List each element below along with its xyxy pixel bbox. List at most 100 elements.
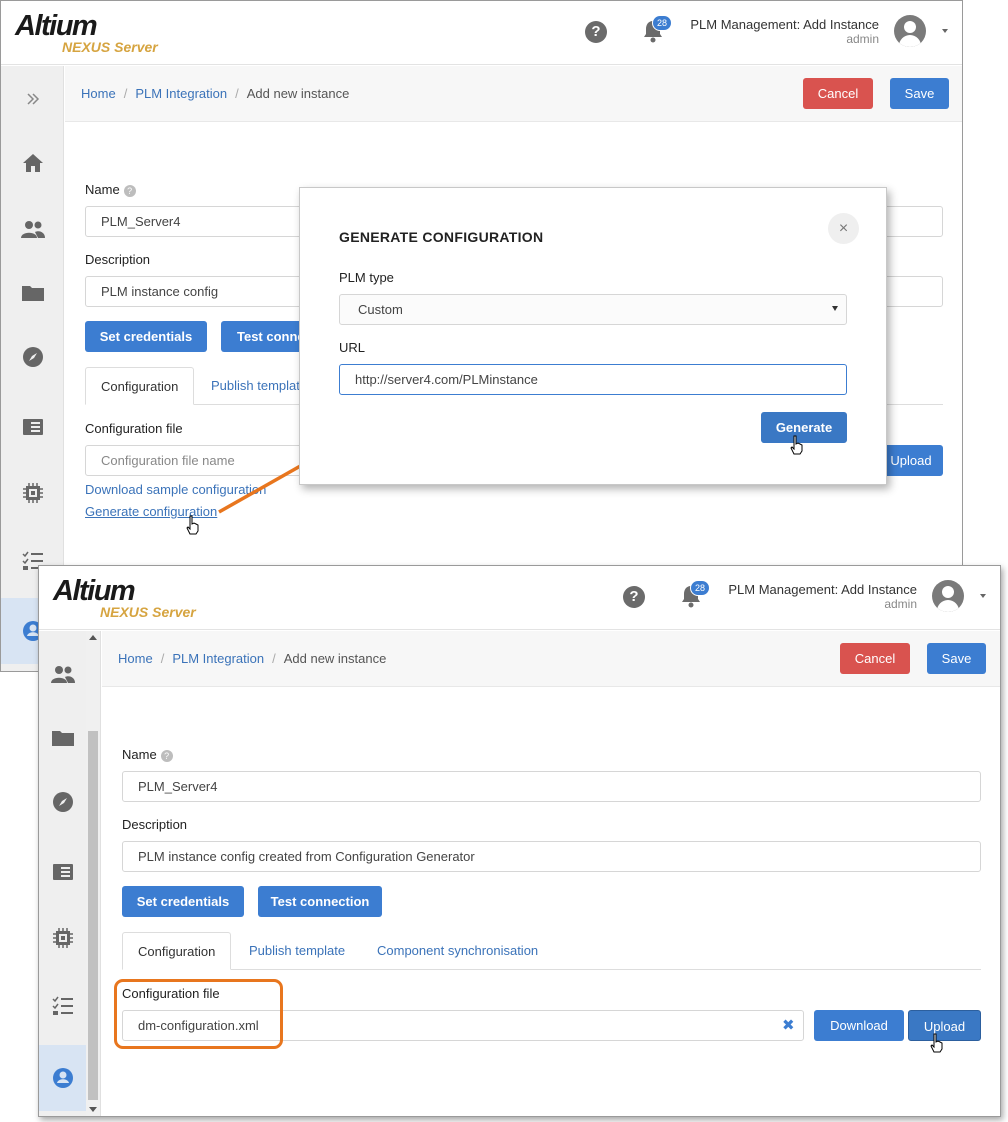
name-label: Name? xyxy=(85,182,136,197)
sidebar-item-catalog[interactable] xyxy=(39,839,86,905)
sidebar-item-users[interactable] xyxy=(39,641,86,707)
scroll-up-icon[interactable] xyxy=(89,635,97,640)
chip-icon xyxy=(52,928,73,948)
sidebar-item-tasks[interactable] xyxy=(39,973,86,1039)
user-menu-chevron-down-icon[interactable] xyxy=(980,594,986,598)
generate-button[interactable]: Generate xyxy=(761,412,847,443)
upload-button[interactable]: Upload xyxy=(879,445,943,476)
hand-cursor-icon xyxy=(790,435,803,455)
tab-configuration[interactable]: Configuration xyxy=(85,367,195,405)
user-info: PLM Management: Add Instance admin xyxy=(690,17,879,47)
window-after: Altium NEXUS Server ? 28 PLM Management:… xyxy=(38,565,1001,1117)
scroll-thumb[interactable] xyxy=(88,731,98,1100)
notification-badge: 28 xyxy=(652,15,673,31)
sidebar-item-admin[interactable] xyxy=(39,1045,86,1111)
help-question-icon[interactable]: ? xyxy=(123,184,136,197)
breadcrumb: Home / PLM Integration / Add new instance xyxy=(81,86,350,101)
user-menu-chevron-down-icon[interactable] xyxy=(942,29,948,33)
app-header: Altium NEXUS Server ? 28 PLM Management:… xyxy=(1,1,962,65)
highlight-annotation xyxy=(114,979,283,1049)
hand-cursor-icon xyxy=(186,515,199,535)
tab-configuration[interactable]: Configuration xyxy=(122,932,232,970)
notifications-bell-icon[interactable]: 28 xyxy=(680,580,711,608)
set-credentials-button[interactable]: Set credentials xyxy=(122,886,244,917)
name-input[interactable]: PLM_Server4 xyxy=(122,771,981,802)
folder-icon xyxy=(21,286,44,301)
avatar[interactable] xyxy=(932,580,964,612)
close-icon[interactable]: × xyxy=(828,213,859,244)
sidebar-item-users[interactable] xyxy=(1,196,64,262)
configuration-file-label: Configuration file xyxy=(85,421,183,436)
help-icon[interactable]: ? xyxy=(585,21,607,43)
save-button[interactable]: Save xyxy=(890,78,949,109)
sidebar xyxy=(39,631,101,1116)
breadcrumb-current: Add new instance xyxy=(283,651,387,666)
page-title: PLM Management: Add Instance xyxy=(690,17,879,32)
sidebar-item-explore[interactable] xyxy=(1,324,64,390)
description-input[interactable]: PLM instance config created from Configu… xyxy=(122,841,981,872)
hand-cursor-icon xyxy=(930,1033,943,1053)
scroll-down-icon[interactable] xyxy=(89,1107,97,1112)
page-toolbar: Home / PLM Integration / Add new instance Ca… xyxy=(65,66,962,122)
altium-logo: Altium NEXUS Server xyxy=(53,575,196,620)
save-button[interactable]: Save xyxy=(927,643,986,674)
home-icon xyxy=(22,154,43,172)
book-icon xyxy=(52,864,73,880)
test-connection-button[interactable]: Test connection xyxy=(258,886,382,917)
breadcrumb-plm-integration[interactable]: PLM Integration xyxy=(172,651,264,666)
chevron-down-icon xyxy=(832,306,838,311)
generate-configuration-dialog: GENERATE CONFIGURATION × PLM type Custom… xyxy=(299,187,887,485)
checklist-icon xyxy=(51,996,73,1015)
book-icon xyxy=(22,419,43,435)
user-name: admin xyxy=(846,32,879,46)
tab-publish-template[interactable]: Publish templat xyxy=(196,367,315,405)
users-icon xyxy=(50,666,75,683)
notifications-bell-icon[interactable]: 28 xyxy=(642,15,673,43)
description-label: Description xyxy=(122,817,188,832)
notification-badge: 28 xyxy=(690,580,711,596)
download-button[interactable]: Download xyxy=(814,1010,904,1041)
description-label: Description xyxy=(85,252,151,267)
breadcrumb-current: Add new instance xyxy=(246,86,350,101)
sidebar-scrollbar[interactable] xyxy=(86,631,100,1116)
app-header: Altium NEXUS Server ? 28 PLM Management:… xyxy=(39,566,1000,630)
chip-icon xyxy=(22,483,43,503)
plm-type-select[interactable]: Custom xyxy=(339,294,847,325)
breadcrumb-home[interactable]: Home xyxy=(81,86,116,101)
user-info: PLM Management: Add Instance admin xyxy=(728,582,917,612)
sidebar-item-home[interactable] xyxy=(1,130,64,196)
url-input[interactable]: http://server4.com/PLMinstance xyxy=(339,364,847,395)
compass-icon xyxy=(52,792,73,812)
user-name: admin xyxy=(884,597,917,611)
name-label: Name? xyxy=(122,747,173,762)
help-icon[interactable]: ? xyxy=(623,586,645,608)
sidebar-item-folders[interactable] xyxy=(39,705,86,771)
breadcrumb-plm-integration[interactable]: PLM Integration xyxy=(135,86,227,101)
sidebar-expand-icon[interactable] xyxy=(1,66,64,132)
folder-icon xyxy=(51,731,74,746)
page-title: PLM Management: Add Instance xyxy=(728,582,917,597)
compass-icon xyxy=(22,347,43,367)
upload-button[interactable]: Upload xyxy=(908,1010,981,1041)
page-toolbar: Home / PLM Integration / Add new instance Ca… xyxy=(102,631,1000,687)
set-credentials-button[interactable]: Set credentials xyxy=(85,321,207,352)
avatar[interactable] xyxy=(894,15,926,47)
plm-type-label: PLM type xyxy=(339,270,394,285)
cancel-button[interactable]: Cancel xyxy=(840,643,910,674)
sidebar-item-explore[interactable] xyxy=(39,769,86,835)
breadcrumb-home[interactable]: Home xyxy=(118,651,153,666)
user-circle-icon xyxy=(52,1068,73,1088)
clear-icon[interactable]: ✖ xyxy=(782,1016,795,1034)
tab-publish-template[interactable]: Publish template xyxy=(234,932,360,970)
cancel-button[interactable]: Cancel xyxy=(803,78,873,109)
dialog-title: GENERATE CONFIGURATION xyxy=(339,229,544,245)
help-question-icon[interactable]: ? xyxy=(160,749,173,762)
breadcrumb: Home / PLM Integration / Add new instance xyxy=(118,651,387,666)
sidebar-item-catalog[interactable] xyxy=(1,394,64,460)
tab-component-synchronisation[interactable]: Component synchronisation xyxy=(362,932,553,970)
users-icon xyxy=(20,221,45,238)
sidebar-item-folders[interactable] xyxy=(1,260,64,326)
sidebar-item-components[interactable] xyxy=(1,460,64,526)
sidebar-item-components[interactable] xyxy=(39,905,86,971)
altium-logo: Altium NEXUS Server xyxy=(15,10,158,55)
